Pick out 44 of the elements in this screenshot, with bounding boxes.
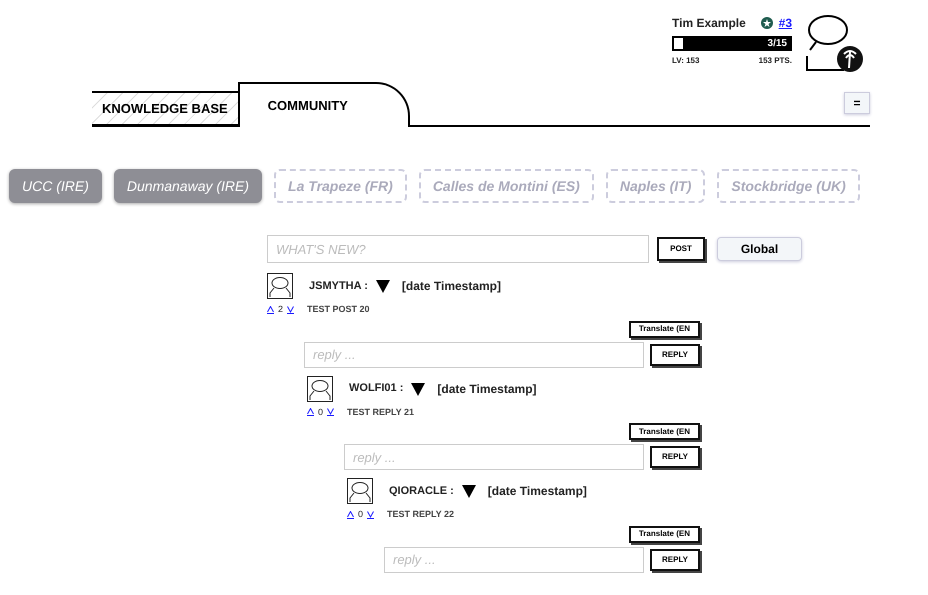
translate-button[interactable]: Translate (EN bbox=[628, 320, 700, 338]
menu-button[interactable]: = bbox=[844, 92, 870, 114]
avatar-icon bbox=[267, 273, 293, 299]
reply-button[interactable]: REPLY bbox=[650, 548, 700, 570]
user-avatar-drawing[interactable] bbox=[806, 12, 866, 74]
translate-button[interactable]: Translate (EN bbox=[628, 423, 700, 440]
avatar-icon bbox=[347, 478, 373, 504]
upvote-link[interactable] bbox=[267, 303, 274, 316]
tab[interactable]: COMMUNITY bbox=[238, 82, 410, 127]
status-input[interactable]: WHAT'S NEW? bbox=[267, 235, 649, 263]
global-button[interactable]: Global bbox=[717, 237, 802, 261]
post-text: TEST POST 20 bbox=[307, 303, 370, 316]
timestamp: [date Timestamp] bbox=[402, 278, 502, 295]
post-text: TEST REPLY 21 bbox=[347, 406, 414, 418]
post-button[interactable]: POST bbox=[657, 237, 705, 261]
rank-link[interactable]: #3 bbox=[778, 14, 792, 32]
reply-input[interactable]: reply ... bbox=[344, 444, 644, 470]
post-text: TEST REPLY 22 bbox=[387, 508, 454, 521]
points-label: 153 PTS. bbox=[758, 55, 792, 67]
star-badge-icon bbox=[760, 17, 773, 29]
upvote-link[interactable] bbox=[307, 406, 314, 419]
avatar-icon bbox=[307, 376, 333, 402]
dropdown-icon[interactable] bbox=[376, 279, 390, 293]
timestamp: [date Timestamp] bbox=[437, 380, 537, 398]
vote-count: 2 bbox=[278, 303, 284, 316]
reply-button[interactable]: REPLY bbox=[650, 344, 700, 366]
user-name: QIORACLE : bbox=[389, 484, 454, 499]
dropdown-icon[interactable] bbox=[462, 484, 476, 498]
progress-reading: 3/15 bbox=[768, 37, 787, 51]
timestamp: [date Timestamp] bbox=[488, 483, 587, 500]
reply-input[interactable]: reply ... bbox=[384, 546, 644, 572]
user-name: JSMYTHA : bbox=[309, 278, 368, 294]
dropdown-icon[interactable] bbox=[411, 382, 426, 396]
translate-button[interactable]: Translate (EN bbox=[628, 526, 700, 542]
tab[interactable]: KNOWLEDGE BASE bbox=[92, 91, 238, 127]
user-name: Tim Example bbox=[672, 15, 746, 32]
downvote-link[interactable] bbox=[327, 406, 334, 419]
level-label: LV: 153 bbox=[672, 55, 700, 67]
reply-input[interactable]: reply ... bbox=[304, 342, 644, 368]
vote-count: 0 bbox=[318, 406, 324, 418]
user-name: WOLFI01 : bbox=[349, 381, 404, 396]
vote-count: 0 bbox=[358, 508, 364, 521]
upvote-link[interactable] bbox=[347, 508, 354, 522]
reply-button[interactable]: REPLY bbox=[650, 446, 700, 468]
